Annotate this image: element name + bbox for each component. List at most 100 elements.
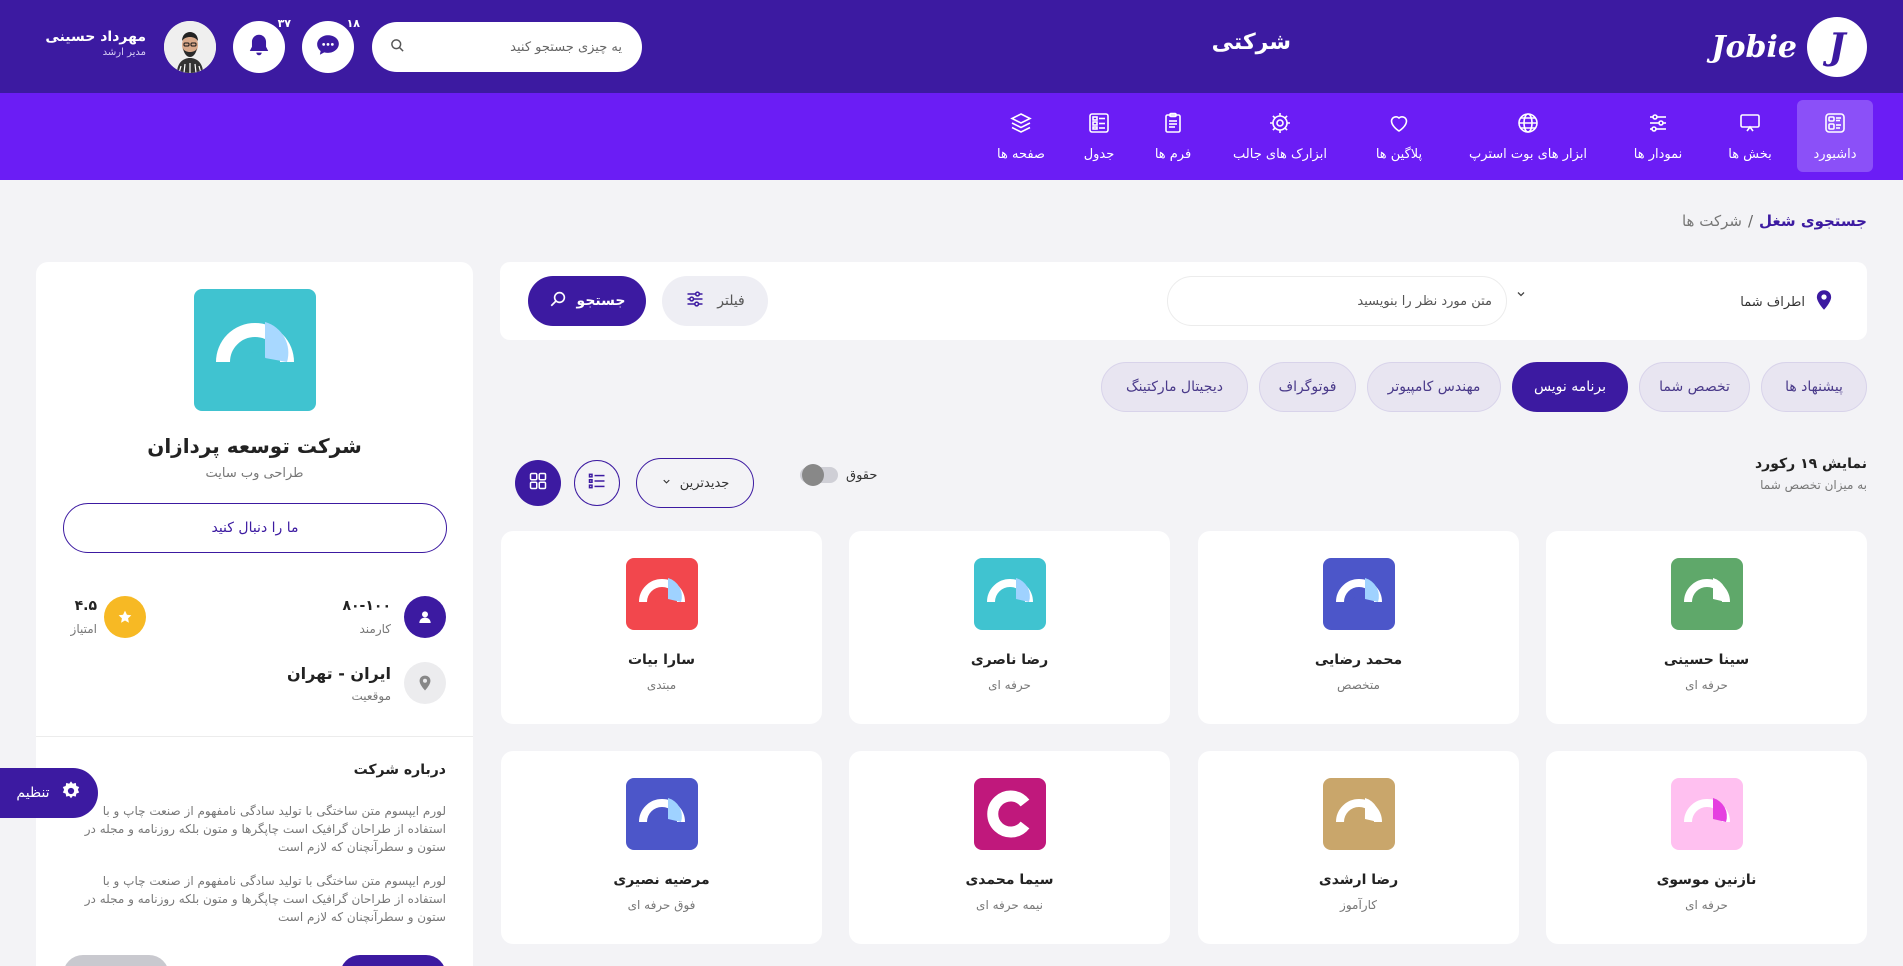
candidate-logo-icon bbox=[625, 558, 698, 630]
nav-label: جدول bbox=[1083, 146, 1115, 162]
nav-item-charts[interactable]: نمودار ها bbox=[1613, 100, 1703, 172]
nav-label: بخش ها bbox=[1728, 146, 1772, 162]
candidate-name: مرضیه نصیری bbox=[613, 872, 710, 888]
salary-toggle[interactable]: حقوق bbox=[800, 464, 878, 486]
candidate-card[interactable]: مرضیه نصیری فوق حرفه ای bbox=[501, 751, 822, 944]
candidate-logo-icon bbox=[1670, 558, 1743, 630]
clipboard-icon bbox=[1161, 111, 1185, 139]
candidate-card[interactable]: سارا بیات مبتدی bbox=[501, 531, 822, 724]
candidate-card[interactable]: محمد رضایی متخصص bbox=[1198, 531, 1519, 724]
page-heading: شرکتی bbox=[1211, 30, 1291, 55]
messages-button[interactable]: ۱۸ bbox=[302, 17, 360, 73]
settings-label: تنظیم bbox=[16, 785, 50, 801]
messages-badge: ۱۸ bbox=[346, 17, 360, 30]
monitor-icon bbox=[1738, 111, 1762, 139]
tab-digital-marketing[interactable]: دیجیتال مارکتینگ bbox=[1101, 362, 1248, 412]
breadcrumb: جستجوی شغل / شرکت ها bbox=[1682, 212, 1867, 230]
nav-label: ابزارک های جالب bbox=[1233, 146, 1327, 162]
tab-your-skill[interactable]: تخصص شما bbox=[1639, 362, 1750, 412]
sort-dropdown[interactable]: جدیدترین bbox=[636, 458, 754, 508]
table-icon bbox=[1087, 111, 1111, 139]
candidate-logo-icon bbox=[973, 558, 1046, 630]
chat-icon bbox=[315, 32, 341, 62]
grid-icon bbox=[528, 471, 548, 495]
list-view-button[interactable] bbox=[574, 460, 620, 506]
layers-icon bbox=[1009, 111, 1033, 139]
brand-mark-icon: J bbox=[1807, 17, 1867, 77]
candidate-logo-icon bbox=[1322, 558, 1395, 630]
bell-icon bbox=[246, 32, 272, 62]
location-select[interactable]: اطراف شما bbox=[1740, 289, 1833, 315]
user-info[interactable]: مهرداد حسینی مدیر ارشد bbox=[40, 29, 146, 58]
rating-value: ۴.۵ bbox=[74, 598, 97, 614]
candidate-name: رضا ناصری bbox=[970, 652, 1049, 668]
nav-item-plugins[interactable]: پلاگین ها bbox=[1353, 100, 1445, 172]
header-search[interactable] bbox=[372, 22, 642, 72]
about-paragraph: لورم ایپسوم متن ساختگی با تولید سادگی نا… bbox=[84, 874, 446, 924]
keyword-input[interactable]: متن مورد نظر را بنویسید bbox=[1167, 276, 1507, 326]
company-action-button[interactable] bbox=[340, 955, 446, 966]
gear-icon bbox=[60, 780, 82, 806]
settings-button[interactable]: تنظیم bbox=[0, 768, 98, 818]
toggle-knob bbox=[802, 464, 824, 486]
candidate-name: سینا حسینی bbox=[1663, 652, 1750, 668]
brand-logo[interactable]: Jobie J bbox=[1711, 17, 1867, 77]
brand-name: Jobie bbox=[1711, 29, 1797, 65]
nav-item-dashboard[interactable]: داشبورد bbox=[1797, 100, 1873, 172]
nav-item-sections[interactable]: بخش ها bbox=[1715, 100, 1785, 172]
breadcrumb-current: جستجوی شغل bbox=[1759, 212, 1867, 230]
breadcrumb-separator: / bbox=[1747, 212, 1753, 230]
notifications-badge: ۳۷ bbox=[277, 17, 291, 30]
search-button[interactable]: جستجو bbox=[528, 276, 646, 326]
avatar[interactable] bbox=[164, 21, 216, 73]
salary-toggle-label: حقوق bbox=[846, 467, 878, 483]
search-icon bbox=[549, 290, 567, 312]
nav-label: فرم ها bbox=[1154, 146, 1192, 162]
user-name: مهرداد حسینی bbox=[45, 29, 146, 45]
location-pin-icon bbox=[1815, 289, 1833, 315]
follow-button[interactable]: ما را دنبال کنید bbox=[63, 503, 447, 553]
rating-label: امتیاز bbox=[70, 622, 97, 636]
job-search-panel: اطراف شما متن مورد نظر را بنویسید فیلتر … bbox=[500, 262, 1867, 340]
search-label: جستجو bbox=[576, 293, 626, 309]
search-icon[interactable] bbox=[390, 38, 405, 57]
nav-item-pages[interactable]: صفحه ها bbox=[983, 100, 1059, 172]
candidate-card[interactable]: سینا حسینی حرفه ای bbox=[1546, 531, 1867, 724]
candidate-logo-icon bbox=[1670, 778, 1743, 850]
divider bbox=[36, 736, 473, 737]
company-logo-icon bbox=[194, 289, 316, 411]
location-value: ایران - تهران bbox=[286, 664, 391, 683]
candidate-card[interactable]: سیما محمدی نیمه حرفه ای bbox=[849, 751, 1170, 944]
candidate-level: نیمه حرفه ای bbox=[976, 898, 1043, 912]
candidate-card[interactable]: رضا ناصری حرفه ای bbox=[849, 531, 1170, 724]
nav-item-bootstrap[interactable]: ابزار های بوت استرپ bbox=[1455, 100, 1601, 172]
tab-programmer[interactable]: برنامه نویس bbox=[1512, 362, 1628, 412]
candidate-card[interactable]: رضا ارشدی کارآموز bbox=[1198, 751, 1519, 944]
company-panel: شرکت توسعه پردازان طراحی وب سایت ما را د… bbox=[36, 262, 473, 966]
grid-view-button[interactable] bbox=[515, 460, 561, 506]
filter-label: فیلتر bbox=[717, 293, 745, 309]
filter-button[interactable]: فیلتر bbox=[662, 276, 768, 326]
tab-computer-engineer[interactable]: مهندس کامپیوتر bbox=[1367, 362, 1501, 412]
notifications-button[interactable]: ۳۷ bbox=[233, 17, 291, 73]
records-info: نمایش ۱۹ رکورد به میزان تخصص شما bbox=[1755, 456, 1867, 492]
top-header: Jobie J شرکتی ۱۸ ۳۷ مهرداد ح bbox=[0, 0, 1903, 93]
breadcrumb-parent[interactable]: شرکت ها bbox=[1682, 212, 1742, 230]
candidate-card[interactable]: نازنین موسوی حرفه ای bbox=[1546, 751, 1867, 944]
chevron-down-icon bbox=[661, 476, 672, 491]
location-label: موقعیت bbox=[351, 689, 391, 703]
nav-item-table[interactable]: جدول bbox=[1069, 100, 1129, 172]
company-name: شرکت توسعه پردازان bbox=[147, 434, 362, 458]
nav-item-widgets[interactable]: ابزارک های جالب bbox=[1217, 100, 1343, 172]
candidate-logo-icon bbox=[625, 778, 698, 850]
header-search-input[interactable] bbox=[432, 39, 622, 55]
chevron-down-icon[interactable] bbox=[1515, 288, 1527, 304]
nav-item-forms[interactable]: فرم ها bbox=[1139, 100, 1207, 172]
toggle-switch[interactable] bbox=[800, 464, 838, 486]
candidate-level: فوق حرفه ای bbox=[627, 898, 696, 912]
tab-photographer[interactable]: فوتوگراف bbox=[1259, 362, 1356, 412]
candidate-name: محمد رضایی bbox=[1314, 652, 1403, 668]
candidate-level: کارآموز bbox=[1340, 898, 1377, 912]
tab-suggestions[interactable]: پیشنهاد ها bbox=[1761, 362, 1867, 412]
company-secondary-button[interactable] bbox=[63, 955, 169, 966]
